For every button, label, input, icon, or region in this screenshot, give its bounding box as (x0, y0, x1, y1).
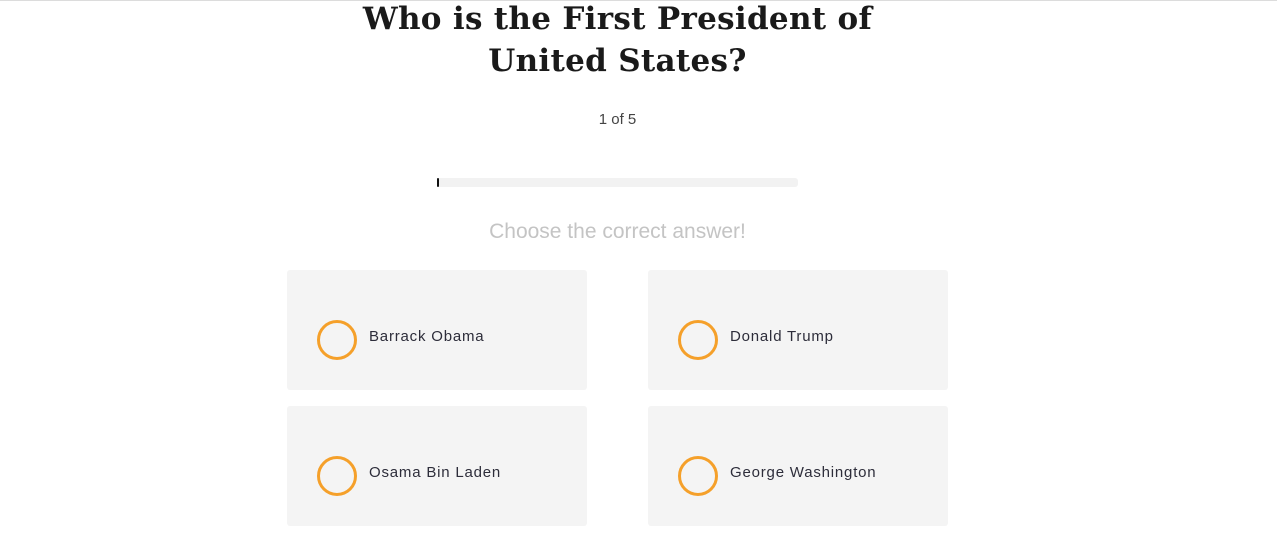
radio-circle-icon[interactable] (317, 320, 357, 360)
progress-bar-fill (437, 178, 439, 187)
answer-option-label: Barrack Obama (369, 328, 485, 345)
radio-circle-icon[interactable] (678, 320, 718, 360)
answer-option-donald-trump[interactable]: Donald Trump (648, 270, 948, 390)
answer-option-label: Donald Trump (730, 328, 834, 345)
question-title: Who is the First President of United Sta… (0, 0, 1235, 82)
answer-option-george-washington[interactable]: George Washington (648, 406, 948, 526)
answer-option-label: George Washington (730, 464, 877, 481)
progress-bar (437, 178, 798, 187)
radio-circle-icon[interactable] (317, 456, 357, 496)
answer-option-barrack-obama[interactable]: Barrack Obama (287, 270, 587, 390)
answer-option-osama-bin-laden[interactable]: Osama Bin Laden (287, 406, 587, 526)
question-title-line-1: Who is the First President of (362, 1, 873, 37)
question-counter: 1 of 5 (598, 111, 637, 128)
answer-option-label: Osama Bin Laden (369, 464, 502, 481)
instruction-text: Choose the correct answer! (489, 220, 746, 243)
radio-circle-icon[interactable] (678, 456, 718, 496)
question-title-line-2: United States? (488, 43, 747, 79)
